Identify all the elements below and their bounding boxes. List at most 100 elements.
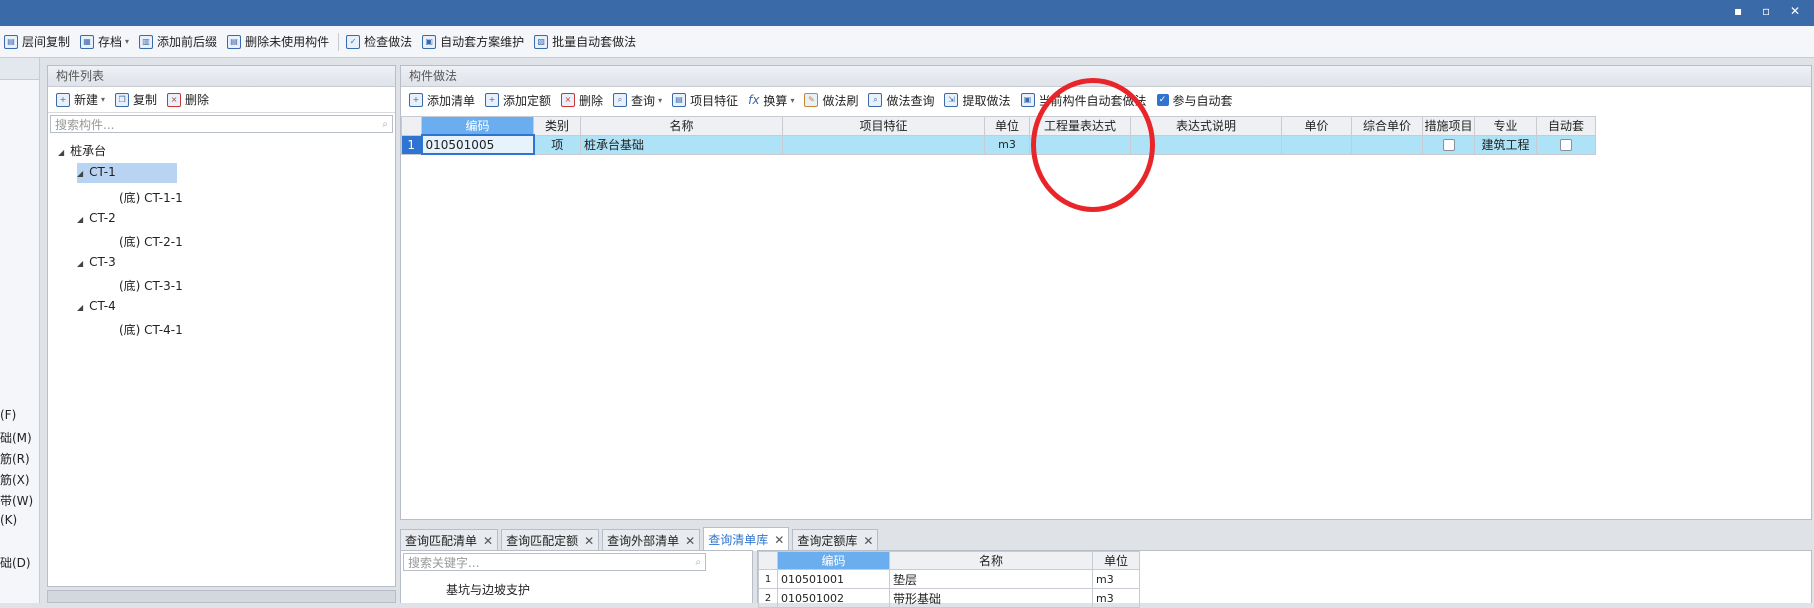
nav-item[interactable]: 础(M): [0, 429, 32, 446]
column-header[interactable]: 名称: [889, 551, 1093, 570]
collapse-triangle-icon[interactable]: ◢: [58, 148, 64, 157]
price-cell[interactable]: [1281, 134, 1352, 155]
close-tab-icon[interactable]: ✕: [483, 534, 493, 548]
close-tab-icon[interactable]: ✕: [685, 534, 695, 548]
add-prefix-button[interactable]: ▥ 添加前后缀: [135, 31, 223, 53]
name-cell[interactable]: 带形基础: [889, 588, 1093, 608]
table-row[interactable]: 2 010501002 带形基础 m3: [758, 588, 1140, 608]
tree-node-selected[interactable]: ◢ CT-1: [77, 163, 177, 183]
tree-node[interactable]: ◢ CT-3: [77, 255, 116, 269]
delete-component-button[interactable]: × 删除: [163, 89, 215, 111]
tree-node-leaf[interactable]: (底) CT-2-1: [119, 233, 183, 250]
measure-checkbox[interactable]: [1442, 139, 1455, 151]
minimize-icon[interactable]: ▪: [1734, 4, 1742, 18]
tree-node-root[interactable]: ◢ 桩承台: [58, 142, 106, 159]
nav-item[interactable]: 带(W): [0, 492, 33, 509]
batch-auto-button[interactable]: ▧ 批量自动套做法: [530, 31, 642, 53]
column-header[interactable]: 自动套: [1536, 116, 1596, 136]
add-prefix-icon: ▥: [139, 34, 154, 49]
feature-cell[interactable]: [782, 134, 985, 155]
add-quota-button[interactable]: + 添加定额: [481, 89, 557, 111]
unit-cell[interactable]: m3: [1092, 569, 1140, 589]
column-header[interactable]: 单位: [984, 116, 1030, 136]
tab-list-library[interactable]: 查询清单库 ✕: [703, 527, 790, 551]
column-header[interactable]: 类别: [533, 116, 581, 136]
code-cell[interactable]: 010501005: [420, 134, 535, 155]
delete-label: 删除: [579, 93, 604, 108]
checkbox-checked-icon[interactable]: ✓: [1156, 94, 1169, 106]
tab-external-list[interactable]: 查询外部清单 ✕: [602, 529, 701, 551]
tab-match-quota[interactable]: 查询匹配定额 ✕: [501, 529, 600, 551]
table-row[interactable]: 1 010501005 项 桩承台基础 m3 建筑工程: [401, 134, 1596, 155]
copy-icon: ❐: [115, 92, 130, 107]
library-tree-item[interactable]: 基坑与边坡支护: [446, 581, 530, 598]
collapse-triangle-icon[interactable]: ◢: [77, 169, 83, 178]
method-query-button[interactable]: ⌕ 做法查询: [864, 89, 940, 111]
nav-item[interactable]: (F): [0, 408, 16, 422]
add-list-button[interactable]: + 添加清单: [405, 89, 481, 111]
column-header[interactable]: 措施项目: [1422, 116, 1475, 136]
convert-button[interactable]: fx 换算 ▾: [744, 89, 800, 111]
column-header[interactable]: 编码: [777, 551, 890, 570]
item-feature-button[interactable]: ▤ 项目特征: [668, 89, 744, 111]
column-header[interactable]: 单价: [1281, 116, 1352, 136]
table-row[interactable]: 1 010501001 垫层 m3: [758, 569, 1140, 589]
nav-item[interactable]: 础(D): [0, 554, 31, 571]
type-cell[interactable]: 项: [533, 134, 581, 155]
copy-floors-button[interactable]: ▤ 层间复制: [0, 31, 76, 53]
close-tab-icon[interactable]: ✕: [774, 533, 784, 547]
column-header[interactable]: 编码: [421, 116, 534, 136]
close-icon[interactable]: ✕: [1790, 4, 1800, 18]
nav-item[interactable]: (K): [0, 513, 17, 527]
restore-icon[interactable]: ▫: [1762, 4, 1770, 18]
collapse-triangle-icon[interactable]: ◢: [77, 215, 83, 224]
major-cell[interactable]: 建筑工程: [1474, 134, 1537, 155]
chevron-down-icon[interactable]: ▾: [790, 96, 794, 105]
auto-scheme-button[interactable]: ▣ 自动套方案维护: [418, 31, 530, 53]
unit-cell[interactable]: m3: [1092, 588, 1140, 608]
check-method-button[interactable]: ✓ 检查做法: [342, 31, 418, 53]
chevron-down-icon[interactable]: ▾: [658, 96, 662, 105]
chevron-down-icon[interactable]: ▾: [101, 95, 105, 104]
column-header[interactable]: 综合单价: [1351, 116, 1423, 136]
delete-unused-button[interactable]: ▤ 删除未使用构件: [223, 31, 335, 53]
join-auto-checkbox[interactable]: ✓ 参与自动套: [1153, 89, 1239, 111]
delete-method-button[interactable]: × 删除: [557, 89, 609, 111]
query-button[interactable]: ⌕ 查询 ▾: [609, 89, 668, 111]
close-tab-icon[interactable]: ✕: [584, 534, 594, 548]
tree-node-leaf[interactable]: (底) CT-1-1: [119, 189, 183, 206]
tab-label: 查询定额库: [797, 534, 858, 548]
tree-node[interactable]: ◢ CT-2: [77, 211, 116, 225]
unit-cell[interactable]: m3: [984, 134, 1030, 155]
tree-node-leaf[interactable]: (底) CT-4-1: [119, 321, 183, 338]
function-icon: fx: [748, 93, 760, 107]
collapse-triangle-icon[interactable]: ◢: [77, 259, 83, 268]
tab-quota-library[interactable]: 查询定额库 ✕: [792, 529, 879, 551]
archive-button[interactable]: ▦ 存档 ▾: [76, 31, 135, 53]
copy-component-button[interactable]: ❐ 复制: [111, 89, 163, 111]
tab-match-list[interactable]: 查询匹配清单 ✕: [400, 529, 499, 551]
name-cell[interactable]: 垫层: [889, 569, 1093, 589]
column-header[interactable]: 项目特征: [782, 116, 985, 136]
library-search-input[interactable]: 搜索关键字... ⌕: [403, 553, 706, 571]
method-brush-button[interactable]: ✎ 做法刷: [800, 89, 864, 111]
chevron-down-icon[interactable]: ▾: [125, 37, 129, 46]
column-header[interactable]: 单位: [1092, 551, 1140, 570]
column-header[interactable]: 专业: [1474, 116, 1537, 136]
nav-item[interactable]: 筋(X): [0, 471, 30, 488]
nav-item[interactable]: 筋(R): [0, 450, 30, 467]
code-cell[interactable]: 010501001: [777, 569, 890, 589]
tree-node[interactable]: ◢ CT-4: [77, 299, 116, 313]
code-cell[interactable]: 010501002: [777, 588, 890, 608]
extract-method-button[interactable]: ⇲ 提取做法: [940, 89, 1016, 111]
tree-node-label: (底) CT-1-1: [119, 191, 183, 205]
new-component-button[interactable]: + 新建 ▾: [52, 89, 111, 111]
collapse-triangle-icon[interactable]: ◢: [77, 303, 83, 312]
auto-checkbox[interactable]: [1560, 139, 1572, 151]
total-price-cell[interactable]: [1351, 134, 1423, 155]
name-cell[interactable]: 桩承台基础: [580, 134, 783, 155]
column-header[interactable]: 名称: [580, 116, 783, 136]
close-tab-icon[interactable]: ✕: [863, 534, 873, 548]
tree-node-leaf[interactable]: (底) CT-3-1: [119, 277, 183, 294]
component-search-input[interactable]: 搜索构件... ⌕: [50, 115, 393, 133]
